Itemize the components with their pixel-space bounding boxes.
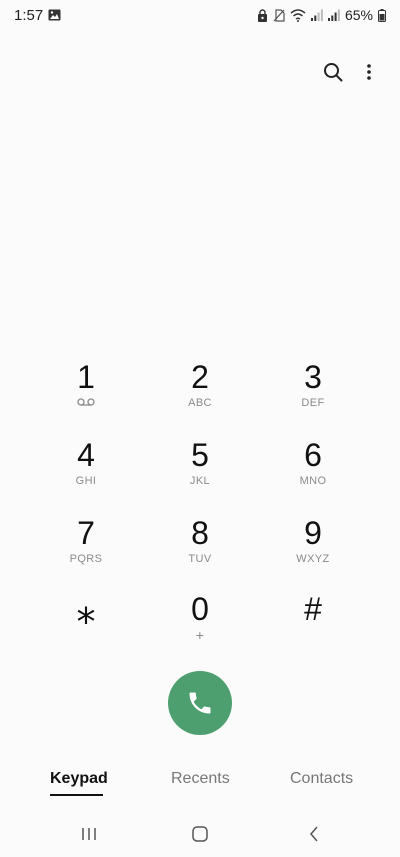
more-vert-icon (367, 64, 371, 80)
call-button[interactable] (168, 671, 232, 735)
key-digit: 9 (304, 515, 322, 551)
key-hash[interactable]: # (258, 592, 368, 654)
search-icon (324, 63, 343, 82)
status-bar: 1:57 65% (0, 0, 400, 30)
key-digit: 3 (304, 359, 322, 395)
search-button[interactable] (318, 58, 348, 86)
signal-icon (310, 9, 323, 21)
key-9[interactable]: 9 WXYZ (258, 516, 368, 578)
voicemail-icon (77, 398, 95, 406)
key-letters: DEF (301, 397, 325, 409)
key-letters: WXYZ (296, 553, 330, 565)
navigation-bar (0, 818, 400, 850)
key-digit: ⁎ (76, 590, 96, 632)
status-time: 1:57 (14, 7, 44, 24)
battery-icon (378, 8, 386, 22)
key-digit: 6 (304, 437, 322, 473)
key-letters: PQRS (69, 553, 103, 565)
key-digit: 0 (191, 591, 209, 627)
phone-icon (189, 692, 211, 714)
key-letters: ABC (188, 397, 212, 409)
tab-recents[interactable]: Recents (171, 770, 230, 788)
signal-icon (327, 9, 340, 21)
key-digit: # (304, 591, 322, 627)
active-tab-indicator (50, 794, 103, 796)
more-options-button[interactable] (354, 58, 384, 86)
key-letters: MNO (299, 475, 327, 487)
nav-home-button[interactable] (180, 818, 220, 850)
key-7[interactable]: 7 PQRS (31, 516, 141, 578)
key-letters: JKL (189, 475, 211, 487)
home-icon (192, 826, 208, 842)
nav-back-button[interactable] (294, 818, 334, 850)
key-0[interactable]: 0 + (145, 592, 255, 654)
no-sim-icon (273, 8, 285, 22)
key-8[interactable]: 8 TUV (145, 516, 255, 578)
bottom-tabs: Keypad Recents Contacts (0, 770, 400, 800)
tab-contacts[interactable]: Contacts (290, 770, 353, 788)
battery-percent: 65% (344, 7, 373, 23)
status-icons: 65% (257, 6, 386, 24)
dialer-screen: 1:57 65% 1 2 ABC 3 DEF 4 GHI 5 JKL 6 MNO… (0, 0, 400, 857)
nav-recents-button[interactable] (69, 818, 109, 850)
tab-keypad[interactable]: Keypad (50, 770, 108, 788)
key-3[interactable]: 3 DEF (258, 360, 368, 422)
key-digit: 1 (77, 359, 95, 395)
key-digit: 4 (77, 437, 95, 473)
key-1[interactable]: 1 (31, 360, 141, 422)
key-digit: 2 (191, 359, 209, 395)
key-2[interactable]: 2 ABC (145, 360, 255, 422)
key-4[interactable]: 4 GHI (31, 438, 141, 500)
key-letters: TUV (188, 553, 212, 565)
key-digit: 5 (191, 437, 209, 473)
wifi-icon (290, 8, 306, 22)
key-digit: 8 (191, 515, 209, 551)
key-star[interactable]: ⁎ (31, 592, 141, 654)
key-6[interactable]: 6 MNO (258, 438, 368, 500)
key-5[interactable]: 5 JKL (145, 438, 255, 500)
key-letters: + (195, 627, 205, 643)
lock-icon (257, 8, 267, 22)
key-digit: 7 (77, 515, 95, 551)
gallery-icon (48, 9, 61, 21)
back-icon (310, 826, 318, 842)
key-letters: GHI (75, 475, 97, 487)
recents-icon (82, 828, 96, 840)
